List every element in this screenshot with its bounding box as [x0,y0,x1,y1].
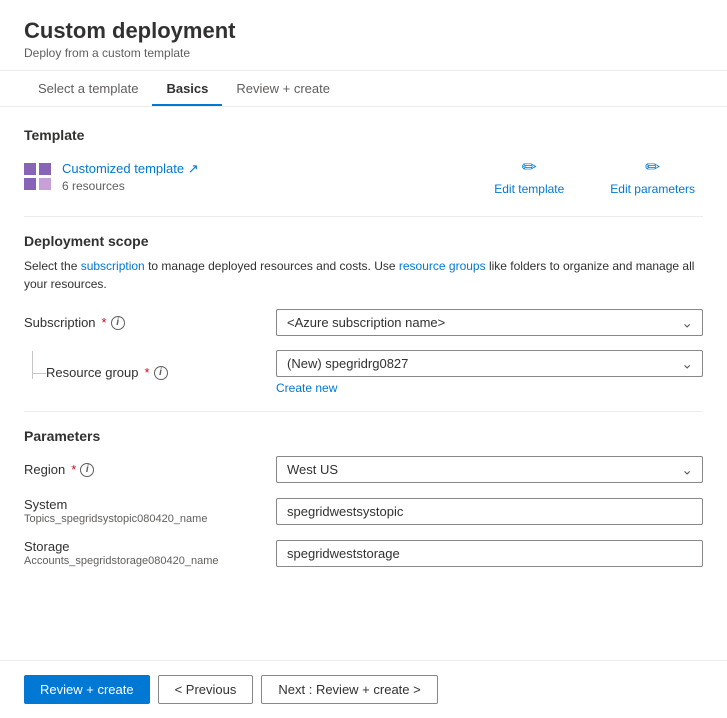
parameters-heading: Parameters [24,428,703,444]
resource-groups-link[interactable]: resource groups [399,259,486,273]
subscription-link[interactable]: subscription [81,259,145,273]
page-title: Custom deployment [24,18,703,44]
deployment-scope-heading: Deployment scope [24,233,703,249]
template-info: Customized template ↗ 6 resources [62,161,199,193]
storage-row: Storage Accounts_spegridstorage080420_na… [24,539,703,567]
subscription-control: <Azure subscription name> [276,309,703,336]
subscription-required: * [102,315,107,330]
region-control: West US [276,456,703,483]
template-name-link[interactable]: Customized template ↗ [62,161,199,176]
subscription-label-col: Subscription * i [24,315,264,330]
system-label-col: System Topics_spegridsystopic080420_name [24,497,264,525]
template-resources: 6 resources [62,179,199,193]
template-actions: ✏ Edit template ✏ Edit parameters [486,153,703,200]
region-label-col: Region * i [24,462,264,477]
main-content: Template Customized template ↗ 6 resourc… [0,107,727,660]
template-icon-cell-2 [39,163,51,175]
edit-parameters-button[interactable]: ✏ Edit parameters [602,153,703,200]
pencil-icon-params: ✏ [645,157,660,178]
storage-control [276,540,703,567]
system-row: System Topics_spegridsystopic080420_name [24,497,703,525]
page-header: Custom deployment Deploy from a custom t… [0,0,727,71]
subscription-row: Subscription * i <Azure subscription nam… [24,309,703,336]
previous-button[interactable]: < Previous [158,675,254,704]
template-icon [24,163,52,191]
region-row: Region * i West US [24,456,703,483]
region-select[interactable]: West US [276,456,703,483]
resource-group-select[interactable]: (New) spegridrg0827 [276,350,703,377]
tab-basics[interactable]: Basics [152,71,222,106]
template-section-label: Template [24,127,703,143]
page-container: Custom deployment Deploy from a custom t… [0,0,727,718]
tab-select-template[interactable]: Select a template [24,71,152,106]
region-select-wrapper: West US [276,456,703,483]
next-button[interactable]: Next : Review + create > [261,675,437,704]
page-footer: Review + create < Previous Next : Review… [0,660,727,718]
create-new-link[interactable]: Create new [276,381,703,395]
system-control [276,498,703,525]
resource-group-info-icon[interactable]: i [154,366,168,380]
pencil-icon-template: ✏ [522,157,537,178]
subscription-select[interactable]: <Azure subscription name> [276,309,703,336]
template-icon-cell-4 [39,178,51,190]
tabs-bar: Select a template Basics Review + create [0,71,727,107]
resource-group-select-wrapper: (New) spegridrg0827 [276,350,703,377]
resource-group-row: Resource group * i (New) spegridrg0827 C… [24,350,703,395]
resource-group-label-col: Resource group * i [24,365,264,380]
review-create-button[interactable]: Review + create [24,675,150,704]
template-icon-cell-1 [24,163,36,175]
storage-input[interactable] [276,540,703,567]
page-subtitle: Deploy from a custom template [24,46,703,60]
tab-review-create[interactable]: Review + create [222,71,344,106]
template-left: Customized template ↗ 6 resources [24,161,199,193]
template-row: Customized template ↗ 6 resources ✏ Edit… [24,153,703,200]
resource-group-required: * [145,365,150,380]
region-required: * [71,462,76,477]
resource-group-control: (New) spegridrg0827 Create new [276,350,703,395]
region-info-icon[interactable]: i [80,463,94,477]
scope-description: Select the subscription to manage deploy… [24,257,703,293]
section-divider-1 [24,216,703,217]
subscription-select-wrapper: <Azure subscription name> [276,309,703,336]
system-input[interactable] [276,498,703,525]
subscription-info-icon[interactable]: i [111,316,125,330]
section-divider-2 [24,411,703,412]
edit-template-button[interactable]: ✏ Edit template [486,153,572,200]
storage-label-col: Storage Accounts_spegridstorage080420_na… [24,539,264,567]
template-icon-cell-3 [24,178,36,190]
